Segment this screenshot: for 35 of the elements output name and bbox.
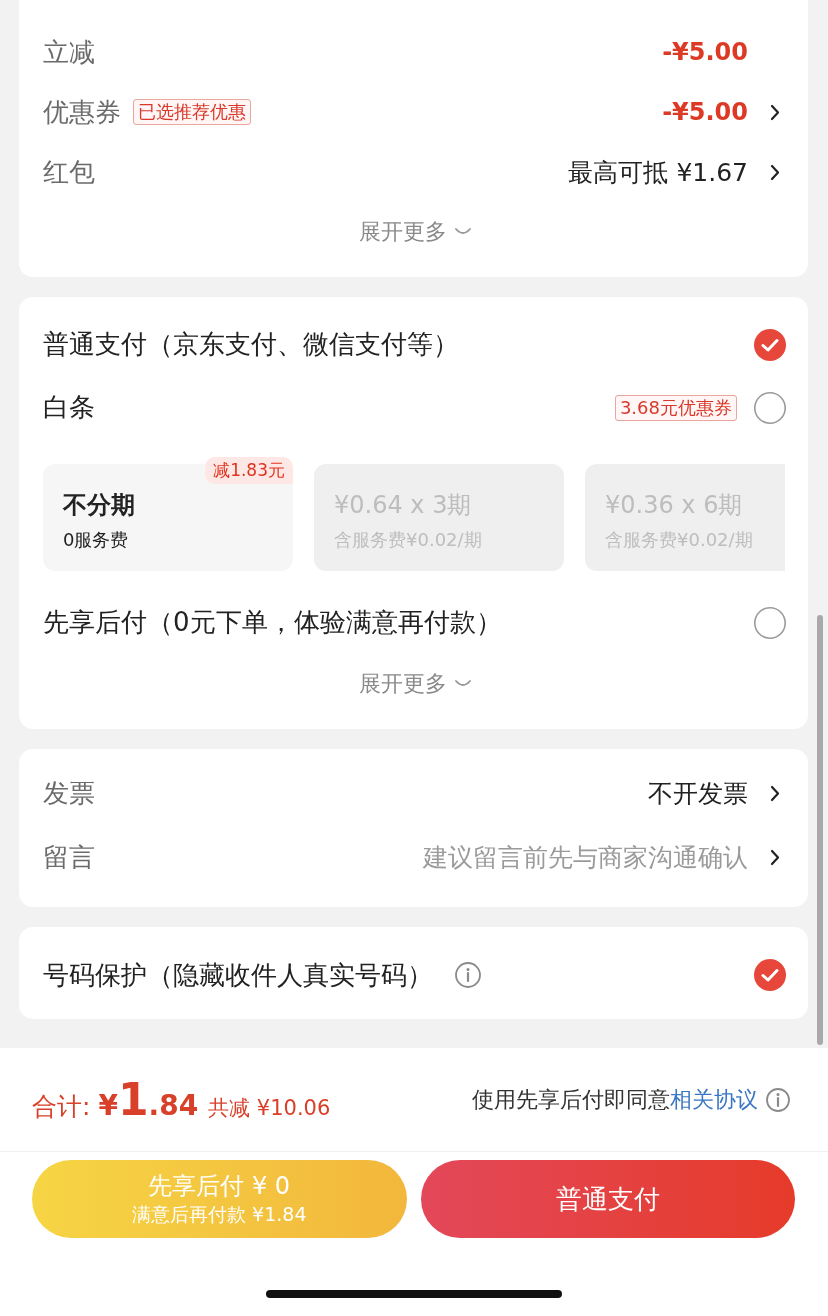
row-label: 优惠券	[43, 95, 121, 129]
payment-method-label: 白条	[43, 391, 95, 424]
expand-button[interactable]: 展开更多	[354, 669, 475, 699]
total-amount: ¥1.84	[98, 1074, 199, 1125]
chevron-right-icon	[770, 784, 780, 802]
agreement-link[interactable]: 相关协议	[670, 1086, 758, 1112]
row-value: -¥5.00	[662, 38, 748, 66]
privacy-label: 号码保护（隐藏收件人真实号码）	[43, 958, 433, 992]
row-value: -¥5.00	[662, 98, 748, 126]
radio-button[interactable]	[754, 606, 786, 639]
discount-badge: 减1.83元	[205, 457, 293, 484]
row-value: 不开发票	[648, 777, 748, 810]
promo-tag: 已选推荐优惠	[133, 99, 251, 125]
chevron-down-icon	[454, 228, 471, 236]
info-icon[interactable]	[766, 1087, 790, 1112]
radio-button[interactable]	[754, 391, 786, 424]
agreement-text: 使用先享后付即同意相关协议	[472, 1085, 758, 1114]
total-label: 合计:	[32, 1091, 91, 1123]
payment-method-label: 先享后付（0元下单，体验满意再付款）	[43, 606, 502, 639]
promo-tag: 3.68元优惠券	[614, 394, 737, 421]
payment-method-label: 普通支付（京东支付、微信支付等）	[43, 328, 459, 361]
row-label: 留言	[43, 840, 95, 874]
radio-button[interactable]	[754, 328, 786, 361]
row-label: 立减	[43, 35, 95, 69]
chevron-down-icon	[454, 680, 471, 688]
pay-button[interactable]: 普通支付	[420, 1160, 795, 1238]
checkbox[interactable]	[754, 959, 786, 991]
row-value: 最高可抵 ¥1.67	[568, 156, 748, 189]
info-icon[interactable]	[455, 962, 481, 988]
expand-button[interactable]: 展开更多	[354, 217, 475, 247]
savings-text: 共减 ¥10.06	[208, 1095, 331, 1122]
chevron-right-icon	[770, 848, 780, 866]
row-label: 发票	[43, 776, 95, 810]
message-field[interactable]: 建议留言前先与商家沟通确认	[115, 837, 748, 877]
row-label: 红包	[43, 155, 95, 189]
